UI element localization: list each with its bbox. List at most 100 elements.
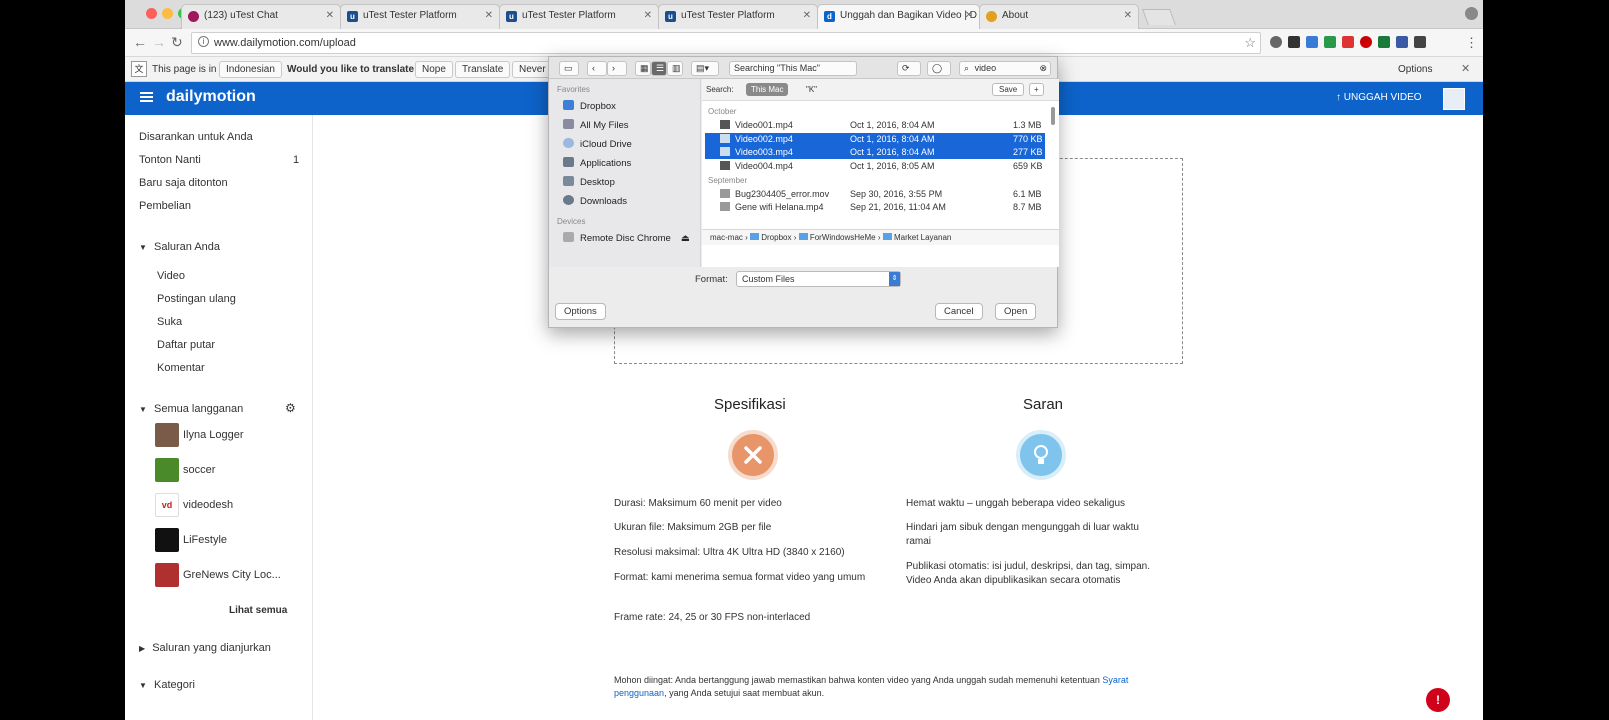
list-view-button[interactable]: ☰: [651, 61, 667, 76]
extension-icon[interactable]: [1414, 36, 1426, 48]
sidebar-item-playlists[interactable]: Daftar putar: [157, 339, 215, 351]
path-segment[interactable]: Market Layanan: [894, 233, 951, 242]
sidebar-item-watch-later[interactable]: Tonton Nanti: [139, 154, 201, 166]
new-tab-button[interactable]: [1142, 9, 1176, 25]
translate-button[interactable]: Translate: [455, 61, 511, 78]
sidebar-item-recently-watched[interactable]: Baru saja ditonton: [139, 177, 228, 189]
extension-icon[interactable]: [1270, 36, 1282, 48]
clear-search-icon[interactable]: ⊗: [1039, 63, 1047, 74]
file-row-selected[interactable]: Video003.mp4 Oct 1, 2016, 8:04 AM 277 KB: [705, 146, 1045, 159]
hamburger-menu-icon[interactable]: [140, 92, 153, 103]
scope-folder[interactable]: "K": [806, 85, 817, 94]
extension-icon[interactable]: [1324, 36, 1336, 48]
scope-this-mac[interactable]: This Mac: [746, 83, 789, 96]
favorite-icloud-drive[interactable]: iCloud Drive: [563, 138, 632, 150]
profile-icon[interactable]: [1465, 7, 1478, 20]
avatar[interactable]: [155, 423, 179, 447]
language-select[interactable]: Indonesian: [219, 61, 282, 78]
info-icon[interactable]: i: [198, 36, 209, 47]
tab-utest-platform-1[interactable]: u uTest Tester Platform ✕: [340, 4, 500, 29]
menu-icon[interactable]: ⋮: [1465, 35, 1478, 51]
sidebar-item-likes[interactable]: Suka: [157, 316, 182, 328]
extension-icon[interactable]: [1288, 36, 1300, 48]
subscription-name[interactable]: Ilyna Logger: [183, 429, 244, 441]
gear-icon[interactable]: ⚙: [285, 401, 296, 415]
subscription-name[interactable]: videodesh: [183, 499, 233, 511]
sidebar-item-video[interactable]: Video: [157, 270, 185, 282]
sidebar-item-recommended[interactable]: Disarankan untuk Anda: [139, 131, 253, 143]
options-button[interactable]: Options: [555, 303, 606, 320]
tab-utest-chat[interactable]: (123) uTest Chat ✕: [181, 4, 341, 29]
favorite-applications[interactable]: Applications: [563, 157, 631, 169]
close-tab-icon[interactable]: ✕: [1124, 10, 1132, 21]
dailymotion-logo[interactable]: dailymotion: [166, 88, 256, 106]
tags-button[interactable]: ◯: [927, 61, 951, 76]
close-tab-icon[interactable]: ✕: [965, 10, 973, 21]
minimize-window-button[interactable]: [162, 8, 173, 19]
file-row[interactable]: Video004.mp4 Oct 1, 2016, 8:05 AM 659 KB: [705, 160, 1045, 173]
avatar[interactable]: vd: [155, 493, 179, 517]
forward-button[interactable]: ›: [607, 61, 627, 76]
url-input[interactable]: i www.dailymotion.com/upload ☆: [191, 32, 1261, 54]
favorite-downloads[interactable]: Downloads: [563, 195, 627, 207]
share-button[interactable]: ⟳: [897, 61, 921, 76]
categories-toggle[interactable]: ▼ Kategori: [139, 679, 195, 691]
close-tab-icon[interactable]: ✕: [485, 10, 493, 21]
path-segment[interactable]: Dropbox: [761, 233, 791, 242]
sidebar-item-comments[interactable]: Komentar: [157, 362, 205, 374]
file-row-selected[interactable]: Video002.mp4 Oct 1, 2016, 8:04 AM 770 KB: [705, 133, 1045, 146]
never-button[interactable]: Never: [512, 61, 553, 78]
arrange-button[interactable]: ▤▾: [691, 61, 719, 76]
avatar[interactable]: [155, 563, 179, 587]
avatar[interactable]: [155, 458, 179, 482]
close-tab-icon[interactable]: ✕: [326, 10, 334, 21]
file-row[interactable]: Video001.mp4 Oct 1, 2016, 8:04 AM 1.3 MB: [705, 119, 1045, 132]
tab-about[interactable]: About ✕: [979, 4, 1139, 29]
options-link[interactable]: Options: [1398, 64, 1432, 75]
tab-utest-platform-3[interactable]: u uTest Tester Platform ✕: [658, 4, 818, 29]
cancel-button[interactable]: Cancel: [935, 303, 983, 320]
favorite-all-my-files[interactable]: All My Files: [563, 119, 629, 131]
eject-icon[interactable]: ⏏: [681, 233, 690, 244]
extension-icon[interactable]: [1342, 36, 1354, 48]
add-criteria-button[interactable]: +: [1029, 83, 1044, 96]
close-window-button[interactable]: [146, 8, 157, 19]
channel-section-toggle[interactable]: ▼ Saluran Anda: [139, 241, 220, 253]
file-row[interactable]: Bug2304405_error.mov Sep 30, 2016, 3:55 …: [705, 188, 1045, 201]
close-translate-icon[interactable]: ✕: [1461, 62, 1470, 75]
column-view-button[interactable]: ▥: [667, 61, 683, 76]
forward-arrow-icon[interactable]: →: [152, 34, 166, 50]
open-button[interactable]: Open: [995, 303, 1037, 320]
nope-button[interactable]: Nope: [415, 61, 453, 78]
favorite-dropbox[interactable]: Dropbox: [563, 100, 616, 112]
upload-video-button[interactable]: ↑ UNGGAH VIDEO: [1336, 92, 1422, 103]
back-button[interactable]: ‹: [587, 61, 607, 76]
search-scope-select[interactable]: Searching "This Mac": [729, 61, 857, 76]
close-tab-icon[interactable]: ✕: [803, 10, 811, 21]
sidebar-toggle-button[interactable]: ▭: [559, 61, 579, 76]
recommended-channels-toggle[interactable]: ▶ Saluran yang dianjurkan: [139, 642, 271, 654]
save-search-button[interactable]: Save: [992, 83, 1025, 96]
extension-icon[interactable]: [1306, 36, 1318, 48]
bookmark-star-icon[interactable]: ☆: [1244, 35, 1256, 51]
scrollbar-thumb[interactable]: [1051, 107, 1055, 125]
avatar[interactable]: [155, 528, 179, 552]
tab-dailymotion-upload[interactable]: d Unggah dan Bagikan Video | D ✕: [817, 4, 980, 29]
search-field[interactable]: ⌕ video ⊗: [959, 61, 1051, 76]
sidebar-item-reposts[interactable]: Postingan ulang: [157, 293, 236, 305]
see-all-link[interactable]: Lihat semua: [229, 605, 287, 616]
tab-utest-platform-2[interactable]: u uTest Tester Platform ✕: [499, 4, 659, 29]
notification-badge[interactable]: !: [1426, 688, 1450, 712]
reload-icon[interactable]: ↻: [171, 34, 183, 51]
subscription-name[interactable]: GreNews City Loc...: [183, 569, 281, 581]
extension-icon[interactable]: [1378, 36, 1390, 48]
close-tab-icon[interactable]: ✕: [644, 10, 652, 21]
format-select[interactable]: Custom Files ⇕: [736, 271, 901, 287]
extension-icon[interactable]: [1360, 36, 1372, 48]
extension-icon[interactable]: [1396, 36, 1408, 48]
user-avatar[interactable]: [1443, 88, 1465, 110]
icon-view-button[interactable]: ▦: [635, 61, 651, 76]
device-remote-disc[interactable]: Remote Disc Chrome ⏏: [563, 232, 690, 244]
sidebar-item-purchases[interactable]: Pembelian: [139, 200, 191, 212]
favorite-desktop[interactable]: Desktop: [563, 176, 615, 188]
